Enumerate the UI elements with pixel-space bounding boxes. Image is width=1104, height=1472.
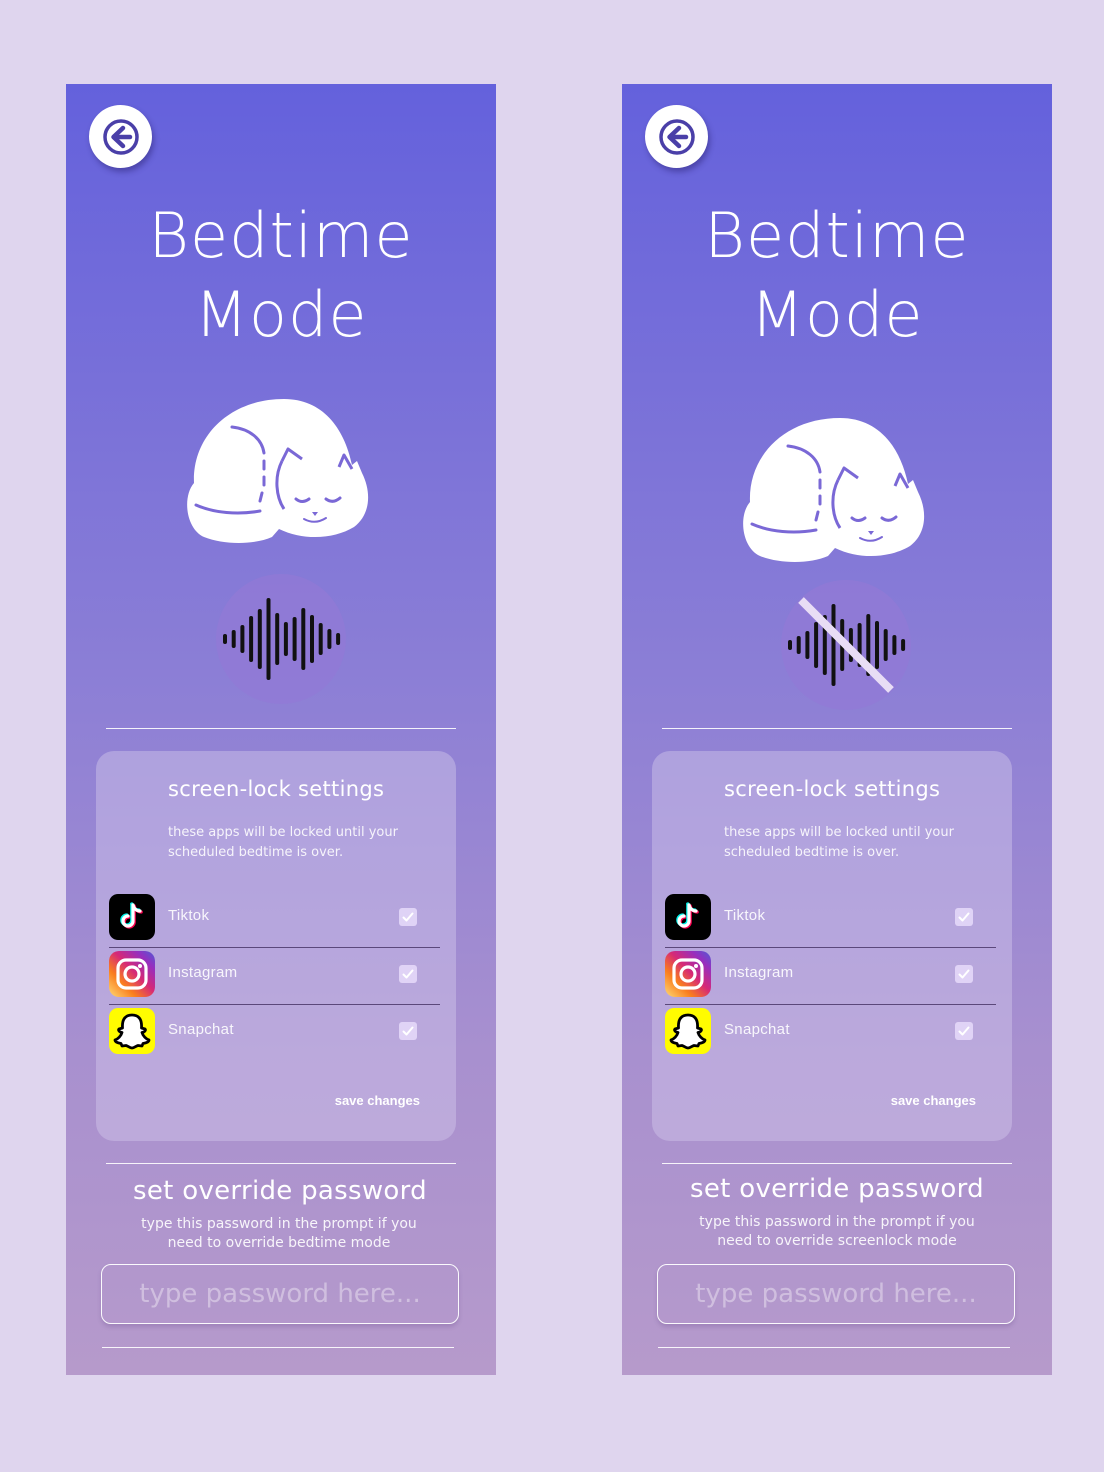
divider <box>662 728 1012 729</box>
password-section-description: type this password in the prompt if you … <box>66 1215 494 1253</box>
sound-wave-bar <box>901 639 906 651</box>
save-changes-button[interactable]: save changes <box>891 1093 976 1108</box>
screen-lock-settings-card: screen-lock settings these apps will be … <box>652 751 1012 1141</box>
check-icon <box>402 969 414 979</box>
sound-wave-bar <box>796 636 801 654</box>
app-row-snapchat: Snapchat <box>665 1005 996 1062</box>
bedtime-mode-screen-sound-muted: Bedtime Mode screen-lock settings these … <box>622 84 1052 1375</box>
sound-wave-bar <box>231 630 236 648</box>
password-section-title: set override password <box>690 1174 984 1204</box>
snapchat-icon <box>109 1008 155 1054</box>
password-desc-line-1: type this password in the prompt if you <box>699 1214 975 1230</box>
sound-wave-bar <box>831 604 836 686</box>
password-section-title: set override password <box>133 1176 427 1206</box>
back-button[interactable] <box>645 105 708 168</box>
card-title: screen-lock settings <box>724 777 941 801</box>
divider <box>658 1347 1010 1348</box>
card-description: these apps will be locked until your sch… <box>724 825 954 860</box>
sound-wave-bar <box>788 640 792 650</box>
sound-wave-bar <box>266 598 271 680</box>
divider <box>102 1347 454 1348</box>
sound-wave-bar <box>223 634 227 644</box>
sound-wave-bar <box>814 622 819 668</box>
app-label: Tiktok <box>724 907 766 924</box>
sound-wave-bar <box>310 615 314 663</box>
bedtime-mode-screen-sound-on: Bedtime Mode screen-lock settings these … <box>66 84 496 1375</box>
sound-wave-bar <box>336 633 341 645</box>
password-desc-line-2: need to override bedtime mode <box>167 1235 391 1251</box>
password-input[interactable] <box>657 1264 1015 1324</box>
app-checkbox[interactable] <box>955 1022 973 1040</box>
tiktok-icon <box>665 894 711 940</box>
sound-wave-bar <box>257 609 262 669</box>
sleeping-cat-icon <box>743 418 925 562</box>
sound-wave-bar <box>875 621 879 669</box>
password-section-description: type this password in the prompt if you … <box>622 1213 1052 1251</box>
card-title: screen-lock settings <box>168 777 385 801</box>
divider <box>106 1163 456 1164</box>
app-row-instagram: Instagram <box>665 948 996 1005</box>
sound-wave-bar <box>327 629 332 649</box>
sleeping-cat-icon <box>187 399 369 543</box>
sound-wave-bar <box>301 608 306 670</box>
sound-wave-bar <box>275 613 280 665</box>
title-line-2: Mode <box>194 278 368 351</box>
sound-wave-icon <box>223 598 341 680</box>
app-checkbox[interactable] <box>399 965 417 983</box>
check-icon <box>402 1026 414 1036</box>
app-label: Snapchat <box>724 1021 790 1038</box>
title-line-1: Bedtime <box>148 199 414 272</box>
sound-wave-bar <box>892 635 897 655</box>
sound-wave-bar <box>318 623 323 655</box>
app-row-snapchat: Snapchat <box>109 1005 440 1062</box>
card-description: these apps will be locked until your sch… <box>168 825 398 860</box>
page-title: Bedtime Mode <box>66 196 496 354</box>
app-row-tiktok: Tiktok <box>665 891 996 948</box>
save-changes-button[interactable]: save changes <box>335 1093 420 1108</box>
tiktok-icon <box>109 894 155 940</box>
divider <box>662 1163 1012 1164</box>
app-checkbox[interactable] <box>399 908 417 926</box>
app-label: Tiktok <box>168 907 210 924</box>
app-checkbox[interactable] <box>955 908 973 926</box>
app-label: Snapchat <box>168 1021 234 1038</box>
sound-wave-bar <box>292 617 297 661</box>
sound-muted-icon <box>788 597 906 693</box>
divider <box>106 728 456 729</box>
title-line-1: Bedtime <box>704 199 970 272</box>
sound-wave-bar <box>240 625 245 653</box>
check-icon <box>402 912 414 922</box>
app-label: Instagram <box>168 964 238 981</box>
screen-lock-settings-card: screen-lock settings these apps will be … <box>96 751 456 1141</box>
instagram-icon <box>665 951 711 997</box>
title-line-2: Mode <box>750 278 924 351</box>
app-row-instagram: Instagram <box>109 948 440 1005</box>
arrow-left-icon <box>658 118 695 155</box>
snapchat-icon <box>665 1008 711 1054</box>
password-input[interactable] <box>101 1264 459 1324</box>
sound-toggle-button[interactable] <box>216 574 346 704</box>
page-title: Bedtime Mode <box>622 196 1052 354</box>
check-icon <box>958 912 970 922</box>
sound-wave-bar <box>805 631 810 659</box>
instagram-icon <box>109 951 155 997</box>
sound-wave-bar <box>883 629 888 661</box>
app-checkbox[interactable] <box>399 1022 417 1040</box>
sound-toggle-button[interactable] <box>781 580 911 710</box>
sound-wave-bar <box>249 616 254 662</box>
check-icon <box>958 1026 970 1036</box>
back-button[interactable] <box>89 105 152 168</box>
app-row-tiktok: Tiktok <box>109 891 440 948</box>
arrow-left-icon <box>102 118 139 155</box>
sound-wave-bar <box>283 622 288 656</box>
password-desc-line-1: type this password in the prompt if you <box>141 1216 417 1232</box>
check-icon <box>958 969 970 979</box>
app-checkbox[interactable] <box>955 965 973 983</box>
app-label: Instagram <box>724 964 794 981</box>
password-desc-line-2: need to override screenlock mode <box>717 1233 957 1249</box>
